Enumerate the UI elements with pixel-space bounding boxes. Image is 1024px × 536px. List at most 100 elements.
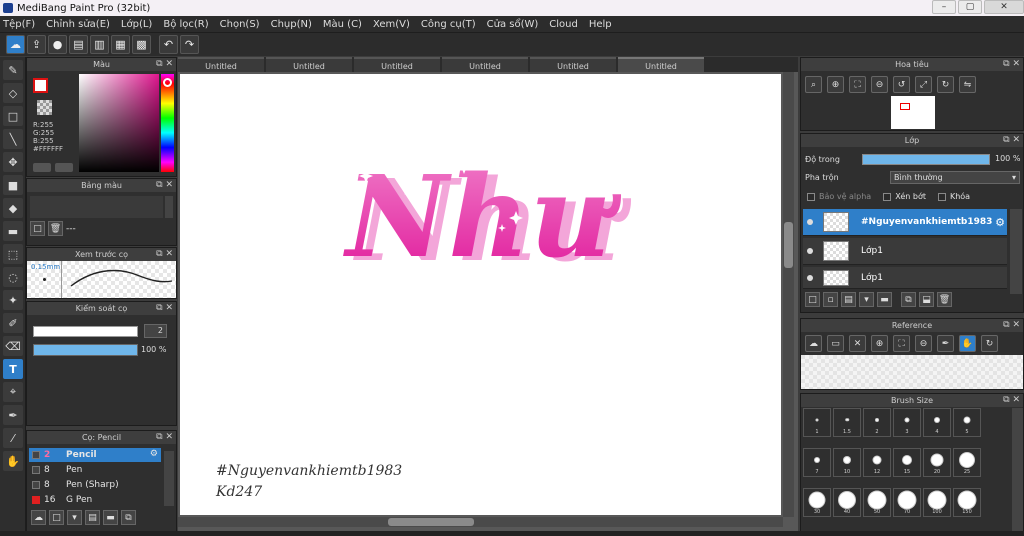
canvas-horizontal-scroll-thumb[interactable] (388, 518, 474, 526)
clipping-checkbox[interactable]: Xén bớt (883, 192, 926, 201)
menu-tools[interactable]: Công cụ(T) (421, 19, 476, 30)
rectangle-icon[interactable]: □ (3, 106, 23, 126)
hue-slider[interactable] (161, 74, 174, 172)
new-layer-icon[interactable]: □ (805, 292, 820, 307)
menu-capture[interactable]: Chụp(N) (271, 19, 312, 30)
duplicate-layer-icon[interactable]: ⧉ (901, 292, 916, 307)
palette-scrollbar[interactable] (165, 196, 173, 218)
panel-window-icon[interactable]: ⧉ ✕ (1003, 319, 1020, 332)
lasso-icon[interactable]: ◌ (3, 267, 23, 287)
move-icon[interactable]: ✥ (3, 152, 23, 172)
brush-size-option[interactable]: 30 (803, 488, 831, 517)
add-brush-icon[interactable]: ▾ (67, 510, 82, 525)
document-icon[interactable]: ▤ (69, 35, 88, 54)
tab-untitled-2[interactable]: Untitled (266, 57, 352, 72)
canvas-workarea[interactable]: Như Như #Nguyenvankhiemtb1983 Kd247 (178, 72, 798, 536)
brush-size-option[interactable]: 1 (803, 408, 831, 437)
cloud-icon[interactable]: ☁ (6, 35, 25, 54)
redo-icon[interactable]: ↷ (180, 35, 199, 54)
tab-untitled-3[interactable]: Untitled (354, 57, 440, 72)
share-icon[interactable]: ⇪ (27, 35, 46, 54)
menu-file[interactable]: Tệp(F) (3, 19, 35, 30)
layer-row[interactable]: Lớp1 (803, 267, 1007, 289)
drawing-canvas[interactable]: Như Như #Nguyenvankhiemtb1983 Kd247 (180, 74, 781, 515)
tab-untitled-5[interactable]: Untitled (530, 57, 616, 72)
fit-screen-icon[interactable]: ⛶ (893, 335, 910, 352)
menu-layer[interactable]: Lớp(L) (121, 19, 152, 30)
cloud-icon[interactable]: ☁ (805, 335, 822, 352)
brush-size-option[interactable]: 10 (833, 448, 861, 477)
visibility-icon[interactable] (807, 219, 813, 225)
brush-size-option[interactable]: 3 (893, 408, 921, 437)
close-button[interactable]: ✕ (984, 0, 1024, 14)
brush-opacity-slider[interactable] (33, 344, 138, 356)
brush-size-option[interactable]: 50 (863, 488, 891, 517)
brush-item-g-pen[interactable]: 16 G Pen (29, 493, 161, 507)
dropper-icon[interactable]: ✒ (3, 405, 23, 425)
zoom-out-icon[interactable]: ⊖ (871, 76, 888, 93)
gradient-icon[interactable]: ▬ (3, 221, 23, 241)
saturation-value-picker[interactable] (79, 74, 159, 172)
panel-window-icon[interactable]: ⧉ ✕ (1003, 134, 1020, 147)
brush-list-scrollbar[interactable] (164, 451, 174, 506)
navigator-thumbnail[interactable] (891, 96, 935, 129)
layer-list-scrollbar[interactable] (1010, 209, 1022, 294)
brush-size-option[interactable]: 70 (893, 488, 921, 517)
zoom-out-icon[interactable]: ⊖ (915, 335, 932, 352)
panel-window-icon[interactable]: ⧉ ✕ (1003, 394, 1020, 407)
zoom-icon[interactable]: ⌕ (805, 76, 822, 93)
brush-item-pencil[interactable]: 2 Pencil ⚙ (29, 448, 161, 462)
layer-row[interactable]: Lớp1 (803, 238, 1007, 265)
select-pen-icon[interactable]: ✐ (3, 313, 23, 333)
panel-window-icon[interactable]: ⧉ ✕ (156, 179, 173, 192)
magic-wand-icon[interactable]: ✦ (3, 290, 23, 310)
panel-window-icon[interactable]: ⧉ ✕ (156, 431, 173, 444)
blend-mode-select[interactable]: Bình thường ▾ (890, 171, 1020, 184)
panels-icon[interactable]: ▩ (132, 35, 151, 54)
minimize-button[interactable]: – (932, 0, 956, 14)
select-eraser-icon[interactable]: ⌫ (3, 336, 23, 356)
menu-select[interactable]: Chọn(S) (220, 19, 260, 30)
brush-size-input[interactable]: 2 (144, 324, 167, 338)
fill-rect-icon[interactable]: ■ (3, 175, 23, 195)
delete-layer-icon[interactable]: 🗑 (937, 292, 952, 307)
layer-opacity-slider[interactable] (862, 154, 990, 165)
brush-settings-icon[interactable]: ▤ (85, 510, 100, 525)
cloud-brush-icon[interactable]: ☁ (31, 510, 46, 525)
hand-icon[interactable]: ✋ (3, 451, 23, 471)
background-color-swatch[interactable] (37, 100, 52, 115)
select-rect-icon[interactable]: ⬚ (3, 244, 23, 264)
brush-size-option[interactable]: 7 (803, 448, 831, 477)
brush-size-option[interactable]: 100 (923, 488, 951, 517)
brush-folder-icon[interactable]: ▬ (103, 510, 118, 525)
maximize-button[interactable]: ▢ (958, 0, 982, 14)
pen-icon[interactable]: ╲ (3, 129, 23, 149)
brush-copy-icon[interactable]: ⧉ (121, 510, 136, 525)
hand-icon[interactable]: ✋ (959, 335, 976, 352)
foreground-color-swatch[interactable] (33, 78, 48, 93)
zoom-in-icon[interactable]: ⊕ (871, 335, 888, 352)
menu-window[interactable]: Cửa sổ(W) (487, 19, 539, 30)
eyedropper-icon[interactable]: ✒ (937, 335, 954, 352)
tab-untitled-4[interactable]: Untitled (442, 57, 528, 72)
visibility-icon[interactable] (807, 274, 813, 281)
canvas-vertical-scrollbar[interactable] (783, 72, 794, 517)
panel-window-icon[interactable]: ⧉ ✕ (156, 58, 173, 71)
gear-icon[interactable]: ⚙ (995, 216, 1005, 229)
visibility-icon[interactable] (807, 248, 813, 254)
panel-window-icon[interactable]: ⧉ ✕ (156, 302, 173, 315)
reference-image-area[interactable] (801, 355, 1023, 389)
canvas-vertical-scroll-thumb[interactable] (784, 222, 793, 268)
delete-palette-icon[interactable]: 🗑 (48, 221, 63, 236)
brush-size-option[interactable]: 20 (923, 448, 951, 477)
grid-icon[interactable]: ▦ (111, 35, 130, 54)
brush-size-slider[interactable] (33, 326, 138, 337)
brush-item-pen-sharp[interactable]: 8 Pen (Sharp) (29, 478, 161, 492)
bucket-icon[interactable]: ◆ (3, 198, 23, 218)
menu-cloud[interactable]: Cloud (549, 19, 578, 30)
brush-size-option[interactable]: 12 (863, 448, 891, 477)
tab-untitled-6[interactable]: Untitled (618, 57, 704, 72)
menu-color[interactable]: Màu (C) (323, 19, 362, 30)
eraser-icon[interactable]: ◇ (3, 83, 23, 103)
text-icon[interactable]: T (3, 359, 23, 379)
